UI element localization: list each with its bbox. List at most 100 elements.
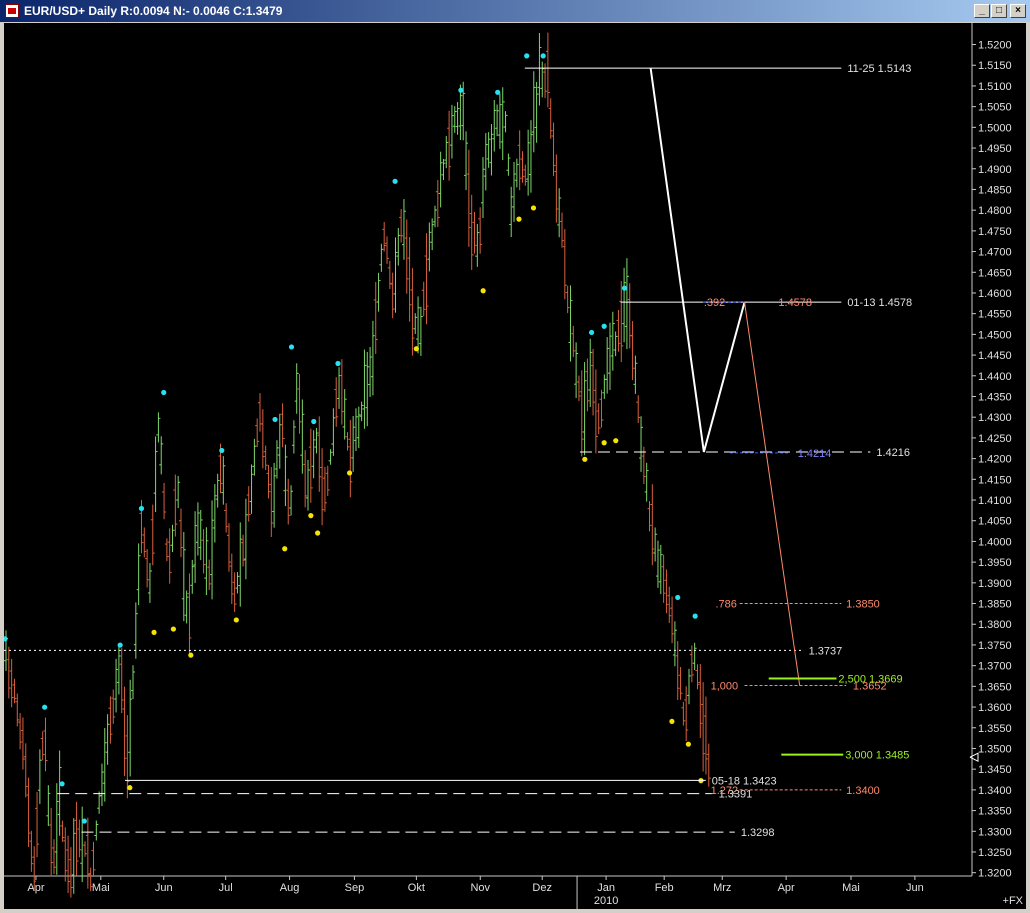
window-title: EUR/USD+ Daily R:0.0094 N:- 0.0046 C:1.3… bbox=[24, 4, 283, 18]
y-tick-label: 1.5150 bbox=[978, 60, 1012, 72]
x-tick-label: Aug bbox=[280, 882, 300, 894]
fib-value-label: 1.4214 bbox=[798, 448, 832, 460]
fib-ratio-label: 1,000 bbox=[711, 681, 739, 693]
target-level-label: 3,000 1.3485 bbox=[845, 750, 909, 762]
swing-low-dot bbox=[516, 216, 522, 222]
x-tick-label: Mai bbox=[842, 882, 860, 894]
chart-canvas: 1.5200 1.5150 1.5100 1.5050 1.5000 1.4950 1.49… bbox=[4, 23, 1024, 909]
x-tick-label: Okt bbox=[408, 882, 425, 894]
y-tick-label: 1.3650 bbox=[978, 681, 1012, 693]
y-tick-label: 1.4950 bbox=[978, 143, 1012, 155]
x-tick-label: Feb bbox=[655, 882, 674, 894]
swing-high-dot bbox=[59, 781, 65, 787]
y-tick-label: 1.3700 bbox=[978, 661, 1012, 673]
fib-ratio-label: .786 bbox=[715, 599, 736, 611]
swing-high-dot bbox=[272, 416, 278, 423]
pattern-line bbox=[649, 67, 746, 453]
y-tick-label: 1.5100 bbox=[978, 81, 1012, 93]
y-tick-label: 1.4200 bbox=[978, 454, 1012, 466]
swing-high-dot bbox=[692, 613, 698, 619]
y-tick-label: 1.4400 bbox=[978, 371, 1012, 383]
minimize-button[interactable]: _ bbox=[974, 4, 990, 18]
swing-high-dot bbox=[540, 53, 546, 59]
x-tick-label: Mrz bbox=[713, 882, 731, 894]
pattern-line bbox=[744, 302, 801, 686]
x-tick-label: Jun bbox=[906, 882, 924, 894]
swing-high-dot bbox=[311, 418, 317, 425]
swing-low-dot bbox=[151, 629, 157, 635]
x-tick-label: Jun bbox=[155, 882, 173, 894]
swing-high-dot bbox=[524, 53, 530, 59]
horizontal-level-label: 11-25 1.5143 bbox=[847, 63, 911, 75]
swing-low-dot bbox=[282, 546, 288, 552]
fib-value-label: 1.3850 bbox=[846, 599, 880, 611]
swing-low-dot bbox=[530, 205, 537, 211]
x-tick-label: Jul bbox=[219, 882, 233, 894]
swing-low-dot bbox=[480, 288, 486, 294]
swing-high-dot bbox=[495, 89, 501, 95]
target-level-label: 2,500 1.3669 bbox=[838, 673, 902, 685]
swing-low-dot bbox=[188, 652, 194, 658]
y-tick-label: 1.4000 bbox=[978, 536, 1012, 548]
y-tick-label: 1.3350 bbox=[978, 806, 1012, 818]
y-tick-label: 1.4450 bbox=[978, 350, 1012, 362]
maximize-button[interactable]: □ bbox=[991, 4, 1007, 18]
y-tick-label: 1.4050 bbox=[978, 516, 1012, 528]
y-tick-label: 1.4350 bbox=[978, 391, 1012, 403]
horizontal-level-label: 01-13 1.4578 bbox=[847, 297, 912, 309]
y-tick-label: 1.4700 bbox=[978, 247, 1012, 259]
y-tick-label: 1.3250 bbox=[978, 847, 1012, 859]
corner-label: +FX bbox=[1003, 895, 1024, 907]
horizontal-level-label: 1.3298 bbox=[741, 827, 775, 839]
year-label: 2010 bbox=[594, 895, 618, 907]
current-price-marker bbox=[969, 752, 979, 762]
y-tick-label: 1.4750 bbox=[978, 226, 1012, 238]
swing-high-dot bbox=[335, 360, 341, 367]
swing-high-dot bbox=[138, 505, 145, 512]
swing-low-dot bbox=[413, 346, 419, 352]
y-tick-label: 1.4500 bbox=[978, 329, 1012, 341]
fib-value-label: 1.3400 bbox=[846, 785, 880, 797]
y-tick-label: 1.3750 bbox=[978, 640, 1012, 652]
swing-low-dot bbox=[346, 470, 353, 476]
swing-high-dot bbox=[219, 447, 225, 454]
title-bar[interactable]: EUR/USD+ Daily R:0.0094 N:- 0.0046 C:1.3… bbox=[0, 0, 1030, 22]
y-tick-label: 1.4850 bbox=[978, 184, 1012, 196]
swing-high-dot bbox=[621, 285, 628, 291]
y-tick-label: 1.4900 bbox=[978, 164, 1012, 176]
swing-low-dot bbox=[685, 741, 691, 747]
y-tick-label: 1.4100 bbox=[978, 495, 1012, 507]
x-tick-label: Sep bbox=[345, 882, 365, 894]
y-tick-label: 1.3900 bbox=[978, 578, 1012, 590]
swing-low-dot bbox=[669, 718, 675, 725]
x-tick-label: Mai bbox=[92, 882, 110, 894]
app-icon bbox=[5, 4, 19, 18]
swing-low-dot bbox=[315, 530, 321, 536]
y-tick-label: 1.4300 bbox=[978, 412, 1012, 424]
swing-high-dot bbox=[81, 818, 87, 824]
price-chart[interactable]: 1.5200 1.5150 1.5100 1.5050 1.5000 1.4950 1.49… bbox=[4, 23, 1026, 909]
y-tick-label: 1.5200 bbox=[978, 40, 1012, 52]
y-tick-label: 1.5000 bbox=[978, 122, 1012, 134]
fib-value-label: 1.4578 bbox=[778, 297, 812, 309]
y-tick-label: 1.3300 bbox=[978, 826, 1012, 838]
swing-low-dot bbox=[170, 626, 176, 632]
swing-high-dot bbox=[161, 389, 167, 396]
y-tick-label: 1.4600 bbox=[978, 288, 1012, 300]
swing-low-dot bbox=[233, 617, 239, 623]
y-tick-label: 1.3200 bbox=[978, 868, 1012, 880]
swing-low-dot bbox=[601, 440, 607, 446]
fib-ratio-label: .392 bbox=[704, 297, 725, 309]
y-tick-label: 1.4250 bbox=[978, 433, 1012, 445]
swing-high-dot bbox=[601, 323, 607, 329]
swing-high-dot bbox=[675, 594, 681, 601]
x-tick-label: Apr bbox=[27, 882, 44, 894]
swing-low-dot bbox=[127, 785, 133, 791]
swing-low-dot bbox=[582, 456, 588, 462]
close-button[interactable]: × bbox=[1010, 4, 1026, 18]
y-tick-label: 1.4550 bbox=[978, 309, 1012, 321]
swing-high-dot bbox=[4, 636, 8, 642]
y-tick-label: 1.5050 bbox=[978, 102, 1012, 114]
horizontal-level-label: 1.3737 bbox=[809, 645, 843, 657]
y-tick-label: 1.3850 bbox=[978, 599, 1012, 611]
